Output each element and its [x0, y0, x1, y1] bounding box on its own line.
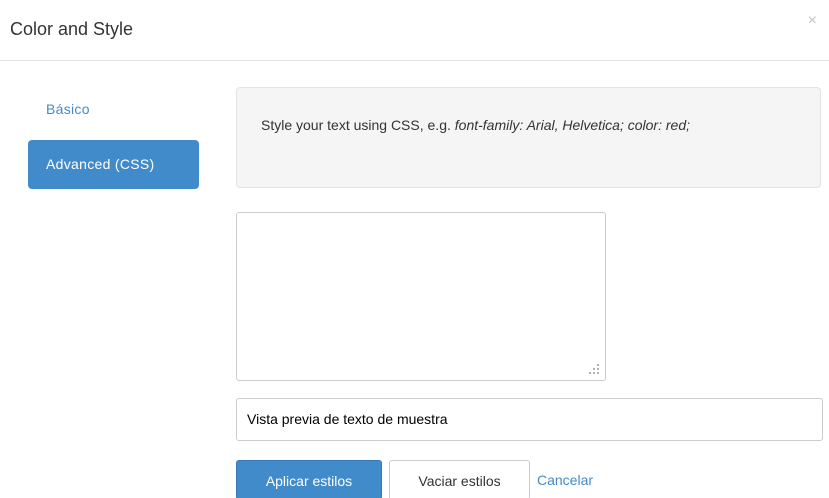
color-style-dialog: Color and Style × Básico Advanced (CSS) …	[0, 0, 829, 498]
tab-basic[interactable]: Básico	[28, 94, 199, 124]
modal-title: Color and Style	[10, 19, 134, 39]
css-input[interactable]	[236, 212, 606, 381]
style-mode-tabs: Básico Advanced (CSS)	[28, 94, 199, 189]
apply-styles-button[interactable]: Aplicar estilos	[236, 460, 382, 498]
css-help-text: Style your text using CSS, e.g. font-fam…	[236, 87, 821, 188]
modal-header: Color and Style ×	[0, 0, 829, 61]
close-icon[interactable]: ×	[808, 11, 817, 31]
tab-advanced-css[interactable]: Advanced (CSS)	[28, 140, 199, 189]
cancel-link[interactable]: Cancelar	[537, 470, 593, 490]
css-help-prefix: Style your text using CSS, e.g.	[261, 117, 455, 133]
style-preview: Vista previa de texto de muestra	[236, 398, 823, 441]
resize-grip-icon[interactable]	[585, 360, 601, 376]
css-help-example: font-family: Arial, Helvetica; color: re…	[454, 117, 690, 133]
clear-styles-button[interactable]: Vaciar estilos	[389, 460, 530, 498]
